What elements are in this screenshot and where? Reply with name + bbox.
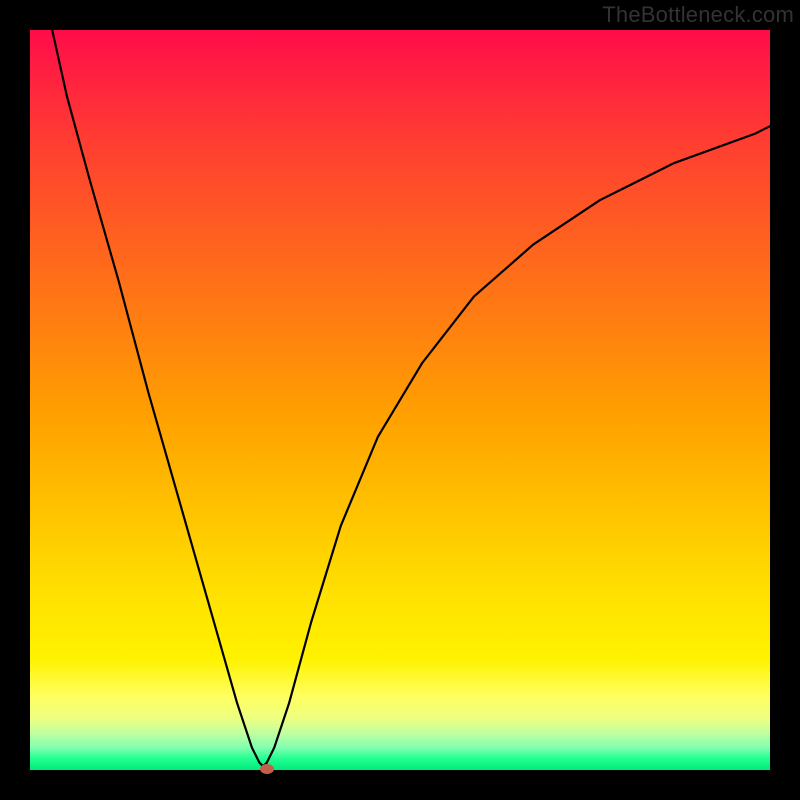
- plot-area: [30, 30, 770, 770]
- optimum-marker: [260, 764, 274, 774]
- bottleneck-curve: [52, 30, 770, 766]
- chart-frame: TheBottleneck.com: [0, 0, 800, 800]
- curve-svg: [30, 30, 770, 770]
- watermark-text: TheBottleneck.com: [602, 2, 794, 28]
